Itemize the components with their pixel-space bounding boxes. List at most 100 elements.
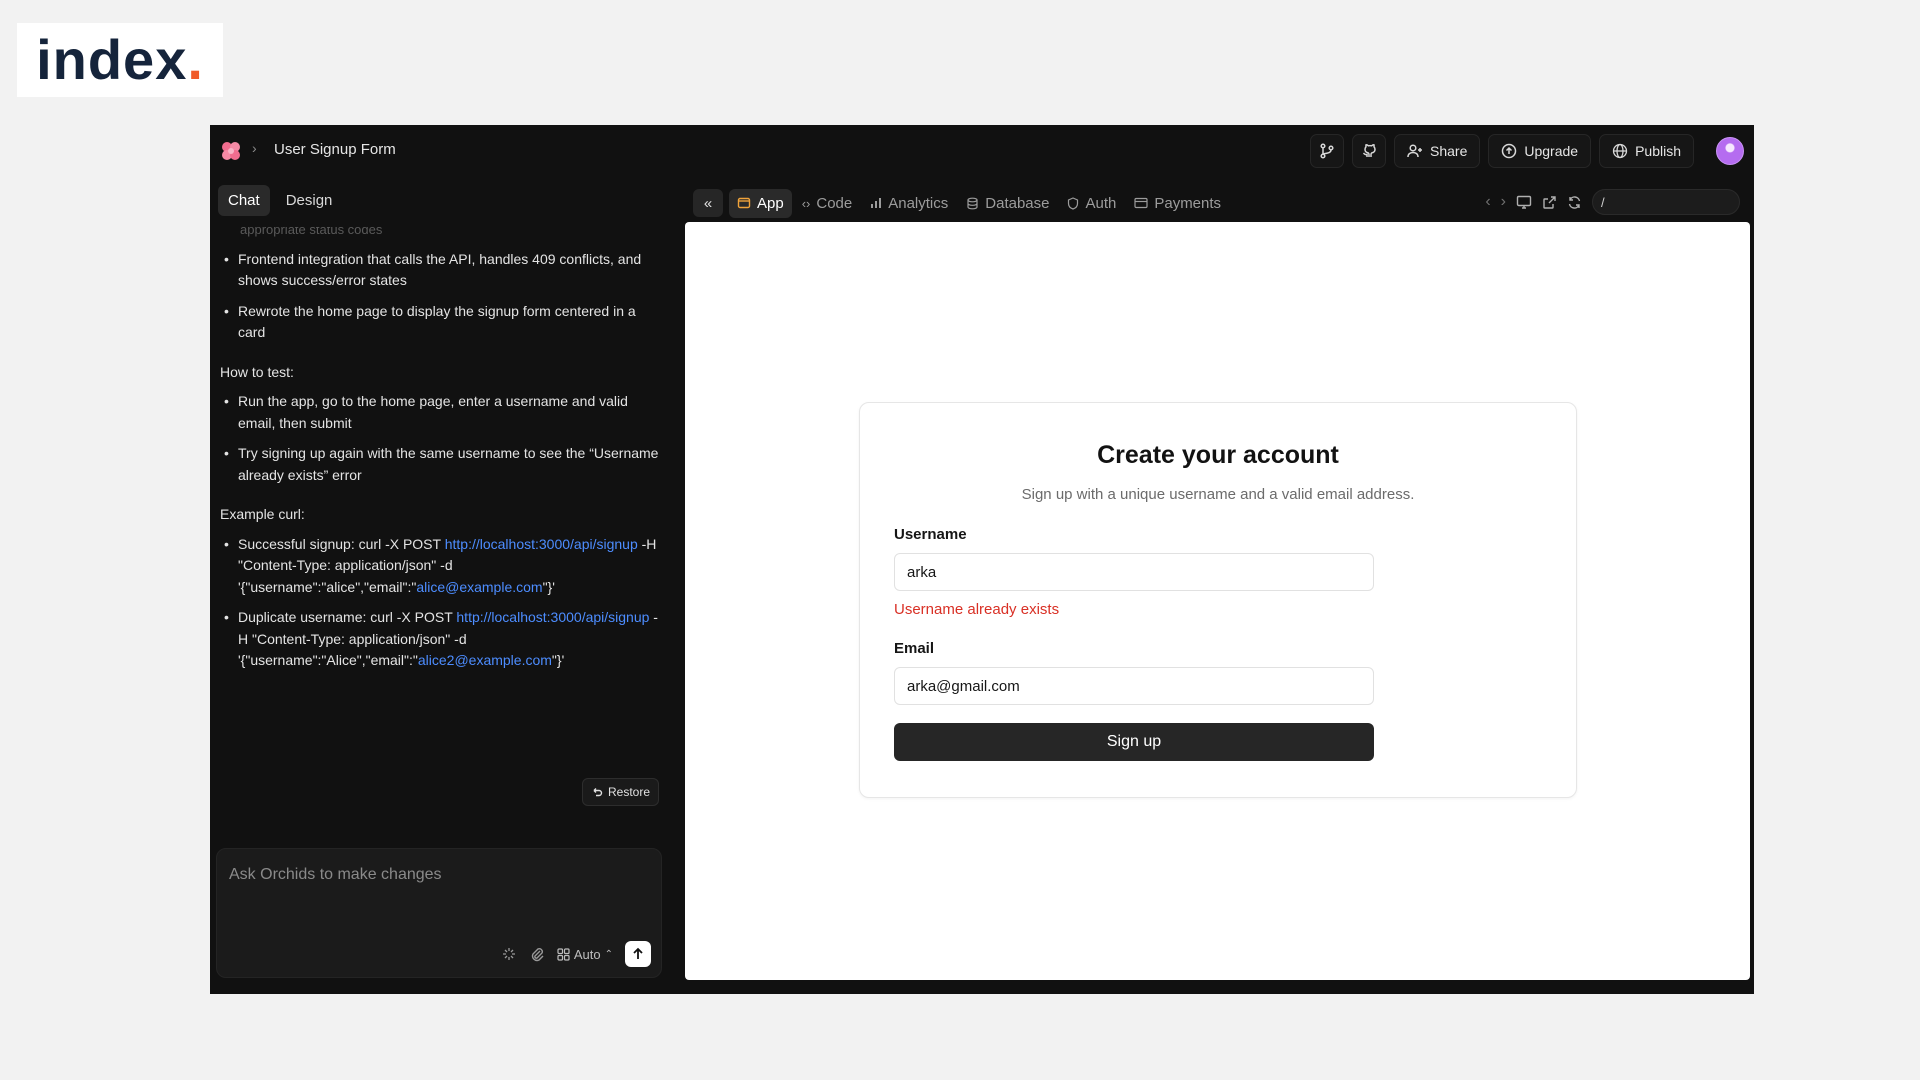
send-button[interactable] [625, 941, 651, 967]
top-bar: › User Signup Form Share Upgrade Publish [210, 125, 1754, 175]
preview-nav-tools: ‹ › [1485, 189, 1740, 215]
database-icon [967, 197, 978, 209]
app-preview: Create your account Sign up with a uniqu… [685, 222, 1750, 980]
user-plus-icon [1407, 144, 1423, 158]
faded-text: appropriate status codes [240, 227, 383, 237]
git-branch-icon [1320, 143, 1334, 159]
test-list: Run the app, go to the home page, enter … [220, 391, 660, 486]
card-title: Create your account [1097, 441, 1339, 469]
view-tabbar: « App ‹› Code Analytics Database Auth Pa… [685, 184, 1750, 222]
example-suffix: "}' [542, 578, 555, 595]
email-link[interactable]: alice@example.com [416, 579, 542, 595]
project-title[interactable]: User Signup Form [274, 141, 396, 158]
example-prefix: Successful signup: curl -X POST [238, 535, 445, 552]
email-link[interactable]: alice2@example.com [418, 652, 552, 668]
globe-icon [1612, 143, 1628, 159]
email-input[interactable] [894, 667, 1374, 705]
tab-database[interactable]: Database [958, 189, 1057, 218]
tab-design[interactable]: Design [276, 185, 343, 216]
mode-select[interactable]: Auto ⌃ [557, 947, 613, 962]
app-window: › User Signup Form Share Upgrade Publish… [210, 125, 1754, 994]
tab-app-label: App [757, 194, 784, 212]
email-label: Email [894, 640, 935, 657]
share-button[interactable]: Share [1394, 134, 1481, 168]
arrow-up-icon [633, 947, 643, 959]
code-icon: ‹› [801, 195, 811, 211]
list-item: Rewrote the home page to display the sig… [220, 301, 660, 344]
chat-message: appropriate status codes Frontend integr… [220, 227, 660, 792]
chevron-up-icon: ⌃ [604, 948, 613, 960]
list-item: Frontend integration that calls the API,… [220, 249, 660, 292]
top-actions: Share Upgrade Publish [1310, 134, 1744, 168]
tab-payments-label: Payments [1154, 194, 1222, 212]
url-path-input[interactable] [1592, 189, 1740, 215]
github-icon [1362, 144, 1376, 157]
tab-app[interactable]: App [729, 188, 792, 218]
chat-input[interactable] [227, 865, 651, 885]
logo-text: index. [36, 28, 204, 91]
credit-card-icon [1134, 197, 1148, 209]
app-window-icon [737, 197, 751, 209]
publish-button[interactable]: Publish [1599, 134, 1694, 168]
signup-card: Create your account Sign up with a uniqu… [859, 402, 1577, 798]
tab-auth-label: Auth [1085, 194, 1117, 212]
list-item: Duplicate username: curl -X POST http://… [220, 607, 660, 672]
upgrade-button[interactable]: Upgrade [1488, 134, 1592, 168]
back-icon[interactable]: ‹ [1485, 193, 1490, 211]
sparkle-icon[interactable] [501, 946, 517, 962]
shield-icon [1068, 196, 1079, 210]
list-item: Run the app, go to the home page, enter … [220, 391, 660, 434]
example-list: Successful signup: curl -X POST http://l… [220, 534, 660, 672]
tab-analytics[interactable]: Analytics [862, 189, 956, 218]
list-item: Successful signup: curl -X POST http://l… [220, 534, 660, 599]
tab-chat[interactable]: Chat [218, 185, 270, 216]
list-item: Try signing up again with the same usern… [220, 443, 660, 486]
orchids-logo-icon[interactable] [220, 140, 242, 162]
tab-database-label: Database [985, 194, 1050, 212]
composer-tools: Auto ⌃ [501, 941, 651, 967]
monitor-icon[interactable] [1516, 194, 1532, 210]
git-branch-button[interactable] [1310, 134, 1345, 168]
bar-chart-icon [871, 198, 882, 208]
sign-up-button[interactable]: Sign up [894, 723, 1374, 761]
username-error: Username already exists [894, 601, 1060, 618]
username-input[interactable] [894, 553, 1374, 591]
undo-icon [593, 788, 603, 797]
how-to-test-heading: How to test: [220, 363, 294, 380]
card-subtitle: Sign up with a unique username and a val… [1021, 486, 1415, 503]
tab-auth[interactable]: Auth [1059, 189, 1124, 218]
paperclip-icon[interactable] [529, 946, 545, 962]
username-label: Username [894, 526, 967, 543]
breadcrumb-chevron-icon: › [252, 140, 257, 156]
grid-icon [557, 947, 570, 961]
example-prefix: Duplicate username: curl -X POST [238, 609, 457, 625]
example-curl-heading: Example curl: [220, 506, 305, 522]
panel-tabs: Chat Design [218, 185, 342, 216]
restore-label: Restore [608, 785, 651, 799]
github-button[interactable] [1352, 134, 1387, 168]
external-link-icon[interactable] [1542, 195, 1557, 210]
tab-analytics-label: Analytics [888, 194, 949, 212]
collapse-panel-button[interactable]: « [693, 189, 723, 217]
double-chevron-left-icon: « [703, 194, 713, 212]
chat-panel: Chat Design appropriate status codes Fro… [210, 175, 670, 994]
preview-panel: « App ‹› Code Analytics Database Auth Pa… [685, 184, 1750, 980]
mode-label: Auto [573, 946, 601, 962]
upgrade-icon [1502, 143, 1517, 159]
signup-url-link[interactable]: http://localhost:3000/api/signup [456, 609, 649, 625]
view-tabs: App ‹› Code Analytics Database Auth Paym… [729, 188, 1229, 218]
user-avatar[interactable] [1716, 137, 1744, 165]
example-suffix: "}' [551, 652, 565, 668]
signup-url-link[interactable]: http://localhost:3000/api/signup [445, 536, 638, 552]
tab-code[interactable]: ‹› Code [794, 189, 861, 218]
share-label: Share [1430, 143, 1468, 159]
tab-code-label: Code [816, 194, 853, 212]
publish-label: Publish [1635, 143, 1681, 159]
summary-list: Frontend integration that calls the API,… [220, 249, 660, 344]
tab-payments[interactable]: Payments [1126, 189, 1229, 218]
refresh-icon[interactable] [1567, 195, 1582, 210]
chat-composer: Auto ⌃ [216, 848, 662, 978]
forward-icon[interactable]: › [1501, 193, 1506, 211]
restore-button[interactable]: Restore [582, 778, 660, 806]
upgrade-label: Upgrade [1524, 143, 1579, 159]
